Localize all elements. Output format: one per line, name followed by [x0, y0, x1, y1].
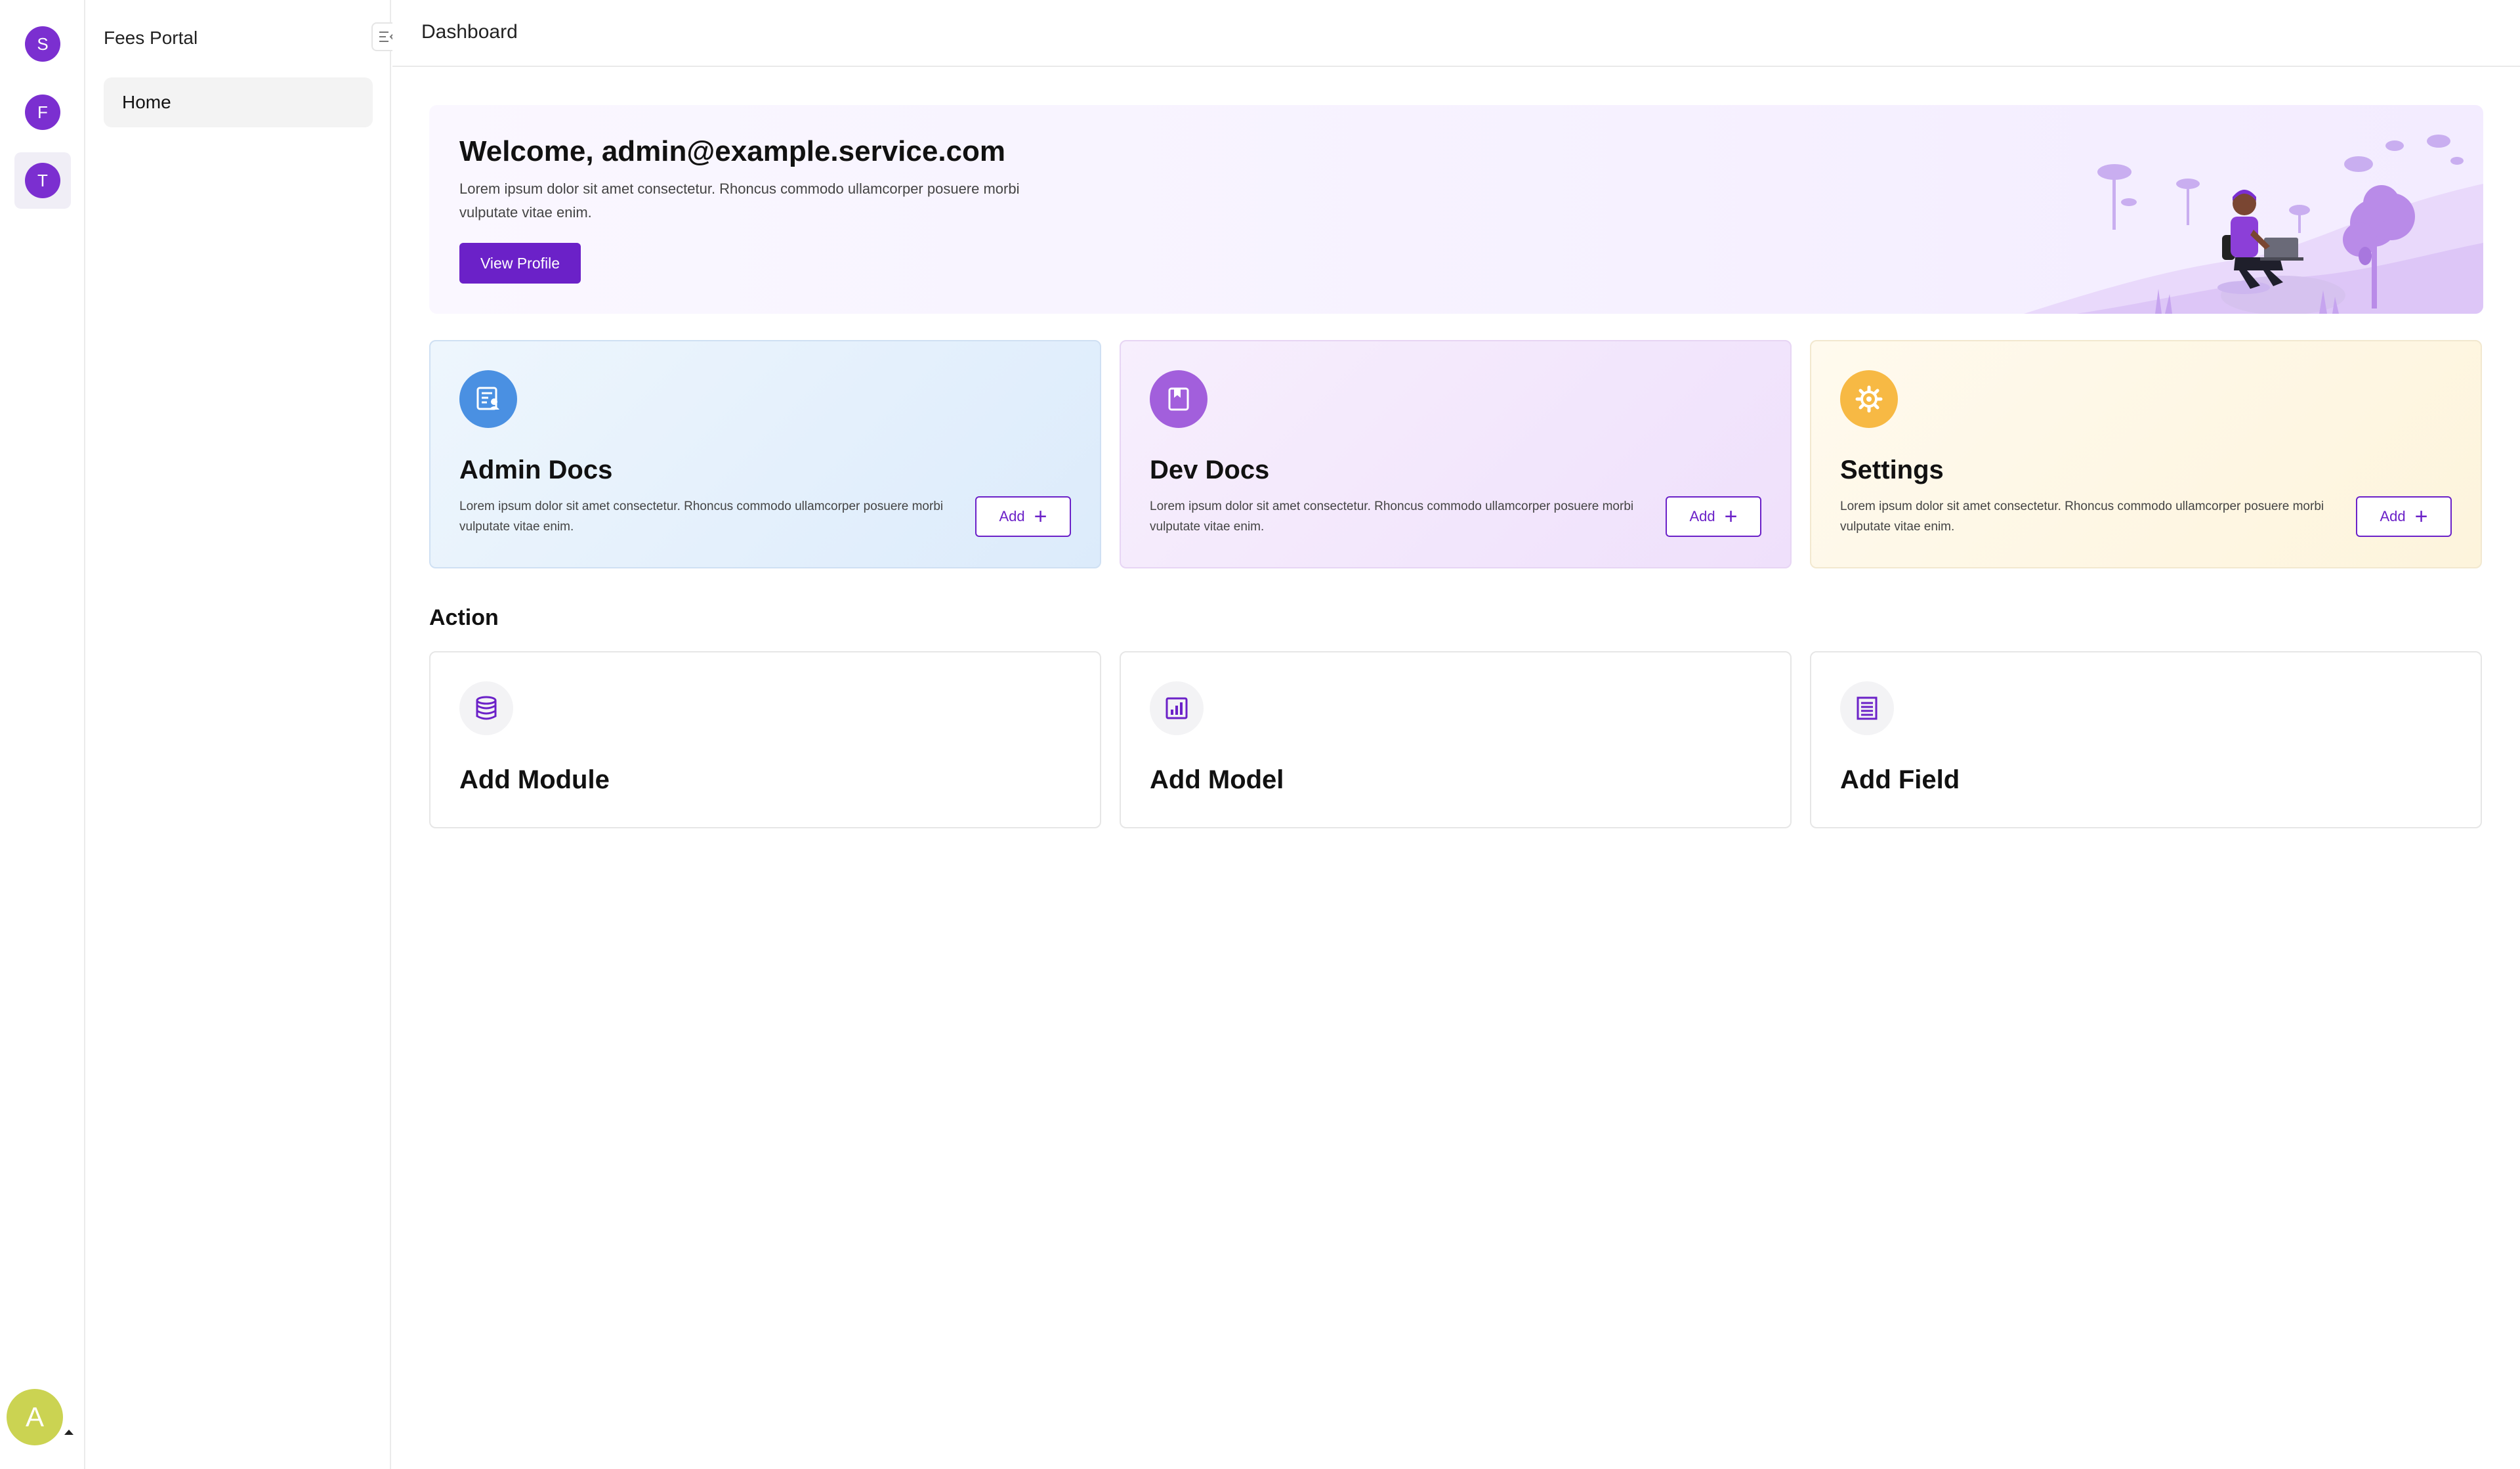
- list-icon: [1840, 681, 1894, 735]
- sidebar-item-home[interactable]: Home: [104, 77, 373, 127]
- workspace-avatar: F: [25, 95, 60, 130]
- plus-icon: +: [1724, 504, 1738, 529]
- action-label: Add Module: [459, 765, 610, 794]
- settings-card: Settings Lorem ipsum dolor sit amet cons…: [1810, 340, 2482, 568]
- book-icon: [1168, 387, 1189, 411]
- database-svg: [476, 696, 497, 720]
- list-svg: [1857, 696, 1878, 720]
- workspace-f[interactable]: F: [14, 84, 71, 140]
- plus-icon: +: [2414, 504, 2428, 529]
- add-label: Add: [1689, 508, 1715, 524]
- chart-svg: [1166, 697, 1188, 719]
- card-text: Lorem ipsum dolor sit amet consectetur. …: [459, 500, 944, 534]
- database-icon: [459, 681, 513, 735]
- chart-icon: [1150, 681, 1204, 735]
- add-label: Add: [999, 508, 1025, 524]
- person-laptop-illustration: [2024, 135, 2483, 314]
- dev-docs-card: Dev Docs Lorem ipsum dolor sit amet cons…: [1120, 340, 1792, 568]
- workspace-avatar: S: [25, 26, 60, 62]
- user-avatar[interactable]: A: [7, 1389, 63, 1445]
- card-text: Lorem ipsum dolor sit amet consectetur. …: [1150, 500, 1634, 534]
- gear-icon: [1855, 385, 1883, 413]
- add-module-card[interactable]: Add Module: [429, 651, 1101, 828]
- workspace-t[interactable]: T: [14, 152, 71, 209]
- workspace-s[interactable]: S: [14, 16, 71, 72]
- admin-docs-card: Admin Docs Lorem ipsum dolor sit amet co…: [429, 340, 1101, 568]
- topbar: Dashboard: [392, 0, 2520, 67]
- welcome-heading: Welcome, admin@example.service.com: [459, 135, 1006, 167]
- action-label: Add Field: [1840, 765, 1960, 794]
- add-label: Add: [2380, 508, 2406, 524]
- plus-icon: +: [1034, 504, 1047, 529]
- card-title: Dev Docs: [1150, 456, 1270, 484]
- card-text: Lorem ipsum dolor sit amet consectetur. …: [1840, 500, 2324, 534]
- add-settings-button[interactable]: Add +: [2356, 496, 2452, 537]
- card-title: Settings: [1840, 456, 1944, 484]
- workspace-avatar: T: [25, 163, 60, 198]
- workspace-rail: S F T A: [0, 0, 85, 1469]
- card-title: Admin Docs: [459, 456, 613, 484]
- welcome-banner: Welcome, admin@example.service.com Lorem…: [429, 105, 2483, 314]
- admin-docs-icon: [459, 370, 517, 428]
- document-user-icon: [476, 387, 499, 410]
- add-field-card[interactable]: Add Field: [1810, 651, 2482, 828]
- add-model-card[interactable]: Add Model: [1120, 651, 1792, 828]
- sidebar: Fees Portal Home: [85, 0, 391, 1469]
- add-admin-docs-button[interactable]: Add +: [975, 496, 1071, 537]
- portal-title: Fees Portal: [104, 28, 198, 48]
- welcome-text: Lorem ipsum dolor sit amet consectetur. …: [459, 181, 1020, 221]
- view-profile-button[interactable]: View Profile: [459, 243, 581, 284]
- settings-icon: [1840, 370, 1898, 428]
- caret-up-icon[interactable]: [64, 1430, 74, 1435]
- dev-docs-icon: [1150, 370, 1208, 428]
- add-dev-docs-button[interactable]: Add +: [1666, 496, 1761, 537]
- page-title: Dashboard: [421, 21, 518, 43]
- action-label: Add Model: [1150, 765, 1284, 794]
- action-section-title: Action: [429, 605, 499, 630]
